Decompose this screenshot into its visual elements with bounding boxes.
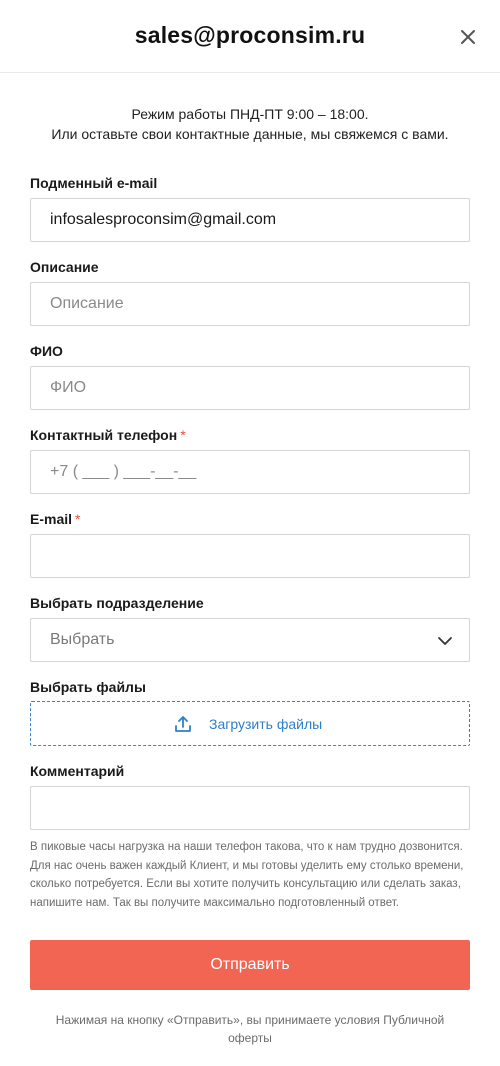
modal-header: sales@proconsim.ru <box>0 0 500 73</box>
close-icon[interactable] <box>456 25 480 49</box>
phone-field[interactable] <box>30 450 470 494</box>
department-select[interactable]: Выбрать <box>30 618 470 662</box>
alt-email-field[interactable] <box>30 198 470 242</box>
description-label: Описание <box>30 259 99 275</box>
description-field[interactable] <box>30 282 470 326</box>
offer-terms-note: Нажимая на кнопку «Отправить», вы приним… <box>55 1013 445 1045</box>
upload-icon <box>174 715 192 733</box>
required-mark: * <box>180 427 186 443</box>
comment-label: Комментарий <box>30 763 125 779</box>
department-selected-value: Выбрать <box>50 631 115 648</box>
contact-prompt-line: Или оставьте свои контактные данные, мы … <box>51 126 449 142</box>
work-hours-line: Режим работы ПНД-ПТ 9:00 – 18:00. <box>131 106 369 122</box>
email-input[interactable] <box>31 535 469 577</box>
alt-email-label: Подменный e-mail <box>30 175 158 191</box>
phone-input[interactable] <box>31 451 469 493</box>
alt-email-input[interactable] <box>31 199 469 241</box>
fio-label: ФИО <box>30 343 63 359</box>
description-input[interactable] <box>31 283 469 325</box>
upload-files-label: Загрузить файлы <box>209 716 323 732</box>
submit-button[interactable]: Отправить <box>30 940 470 990</box>
chevron-down-icon <box>437 633 453 649</box>
phone-label: Контактный телефон * <box>30 427 186 443</box>
comment-input[interactable] <box>31 787 469 829</box>
modal-title: sales@proconsim.ru <box>134 22 366 48</box>
fio-field[interactable] <box>30 366 470 410</box>
department-label: Выбрать подразделение <box>30 595 204 611</box>
comment-field[interactable] <box>30 786 470 830</box>
files-label: Выбрать файлы <box>30 679 146 695</box>
required-mark: * <box>75 511 81 527</box>
upload-files-button[interactable]: Загрузить файлы <box>30 701 470 746</box>
email-field[interactable] <box>30 534 470 578</box>
peak-hours-note: В пиковые часы нагрузка на наши телефон … <box>30 841 464 909</box>
work-hours-info: Режим работы ПНД-ПТ 9:00 – 18:00. Или ос… <box>20 104 480 144</box>
fio-input[interactable] <box>31 367 469 409</box>
email-label: E-mail * <box>30 511 81 527</box>
